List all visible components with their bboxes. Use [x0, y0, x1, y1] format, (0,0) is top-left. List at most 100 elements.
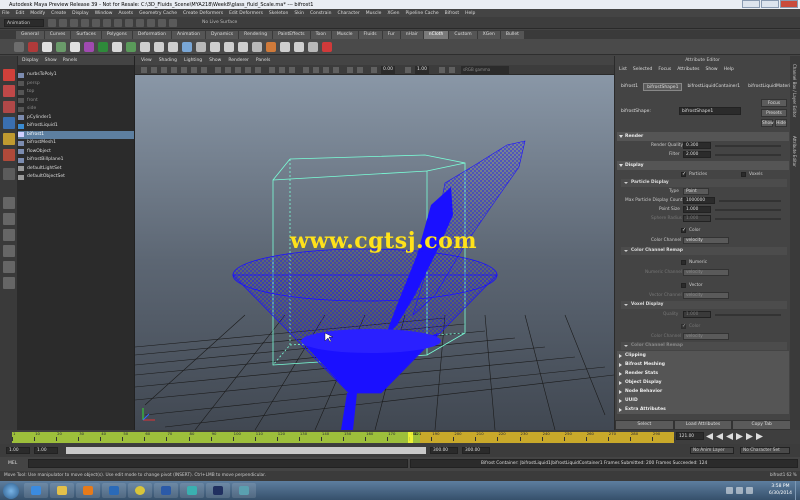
menu-create[interactable]: Create: [51, 11, 66, 16]
shirt-white-icon[interactable]: [70, 42, 80, 52]
image-plane-icon[interactable]: [161, 67, 167, 73]
play-forward-icon[interactable]: [736, 433, 743, 440]
explorer-icon[interactable]: [50, 483, 74, 498]
menu-pipeline-cache[interactable]: Pipeline Cache: [406, 11, 439, 16]
menu-character[interactable]: Character: [338, 11, 360, 16]
outliner-menu-display[interactable]: Display: [22, 58, 39, 63]
outliner-item[interactable]: flowObject: [18, 148, 134, 157]
render-quality-field[interactable]: 0.300: [683, 142, 711, 149]
render-quality-slider[interactable]: [715, 145, 781, 147]
universal-tool-icon[interactable]: [3, 168, 15, 180]
outliner-item[interactable]: defaultLightSet: [18, 165, 134, 174]
ncloth-passive-icon[interactable]: [28, 42, 38, 52]
menu-bifrost[interactable]: Bifrost: [445, 11, 460, 16]
step-back-icon[interactable]: [716, 433, 723, 440]
ae-menu-help[interactable]: Help: [724, 67, 734, 72]
gate-mask-icon[interactable]: [201, 67, 207, 73]
view-transform-dropdown[interactable]: sRGB gamma: [461, 66, 509, 74]
shelf-tab-fur[interactable]: Fur: [382, 31, 400, 39]
section-clipping[interactable]: Clipping: [617, 351, 789, 360]
delete-icon[interactable]: [322, 42, 332, 52]
particles-checkbox[interactable]: [681, 171, 686, 177]
photoshop-icon[interactable]: [206, 483, 230, 498]
tab-bifrostliquidcontainer1[interactable]: bifrostLiquidContainer1: [684, 83, 743, 91]
outliner-item[interactable]: bifrostMesh1: [18, 139, 134, 148]
voxel-quality-slider[interactable]: [715, 314, 781, 316]
current-frame-marker[interactable]: [408, 432, 413, 443]
color-management-icon[interactable]: [439, 67, 445, 73]
shirt-alt6-icon[interactable]: [238, 42, 248, 52]
outliner-menu-show[interactable]: Show: [45, 58, 57, 63]
ae-menu-attributes[interactable]: Attributes: [677, 67, 699, 72]
shelf-tab-surfaces[interactable]: Surfaces: [71, 31, 101, 39]
shelf-tab-ncloth[interactable]: nCloth: [423, 31, 449, 39]
motion-blur-icon[interactable]: [313, 67, 319, 73]
gamma-field[interactable]: 1.00: [415, 66, 430, 74]
ie-icon[interactable]: [24, 483, 48, 498]
media-player-icon[interactable]: [76, 483, 100, 498]
play-backward-icon[interactable]: [726, 433, 733, 440]
viewport-menu-panels[interactable]: Panels: [256, 58, 270, 63]
render-icon[interactable]: [169, 19, 177, 27]
outliner-item[interactable]: pCylinder1: [18, 114, 134, 123]
shadows-icon[interactable]: [255, 67, 261, 73]
layout-outliner-icon[interactable]: [3, 245, 15, 257]
outliner-item[interactable]: front: [18, 97, 134, 106]
select-tool-icon[interactable]: [3, 69, 15, 81]
script-icon[interactable]: [308, 42, 318, 52]
flag-icon[interactable]: [746, 487, 753, 494]
menu-create-deformers[interactable]: Create Deformers: [183, 11, 223, 16]
step-forward-icon[interactable]: [746, 433, 753, 440]
snap-grid-icon[interactable]: [114, 19, 122, 27]
shirt-green-icon[interactable]: [56, 42, 66, 52]
outliner-item[interactable]: bifrostBillplane1: [18, 156, 134, 165]
field-icon[interactable]: [126, 42, 136, 52]
transform-icon[interactable]: [182, 42, 192, 52]
layout-two-icon[interactable]: [3, 229, 15, 241]
vector-checkbox[interactable]: [681, 283, 686, 288]
scale-tool-icon[interactable]: [3, 149, 15, 161]
select-object-icon[interactable]: [92, 19, 100, 27]
gamma-icon[interactable]: [405, 67, 411, 73]
anim-end-field[interactable]: 300.00: [462, 447, 490, 454]
outliner-item[interactable]: bifrostLiquid1: [18, 122, 134, 131]
film-gate-icon[interactable]: [181, 67, 187, 73]
shirt-icon[interactable]: [42, 42, 52, 52]
shelf-tab-rendering[interactable]: Rendering: [239, 31, 273, 39]
outliner-item[interactable]: side: [18, 105, 134, 114]
select-button[interactable]: Select: [615, 420, 674, 430]
isolate-icon[interactable]: [347, 67, 353, 73]
layout-graph-icon[interactable]: [3, 261, 15, 273]
focus-button[interactable]: Focus: [761, 99, 787, 107]
chrome-icon[interactable]: [128, 483, 152, 498]
playback-end-field[interactable]: 300.00: [430, 447, 458, 454]
shirt-alt-icon[interactable]: [140, 42, 150, 52]
snap-curve-icon[interactable]: [125, 19, 133, 27]
menu-display[interactable]: Display: [72, 11, 89, 16]
color-channel-dropdown[interactable]: velocity: [683, 237, 729, 244]
mel-label[interactable]: MEL: [8, 461, 17, 466]
shelf-tab-dynamics[interactable]: Dynamics: [205, 31, 239, 39]
wireframe-icon[interactable]: [215, 67, 221, 73]
shirt-alt3-icon[interactable]: [168, 42, 178, 52]
shelf-tab-general[interactable]: General: [16, 31, 44, 39]
ae-menu-focus[interactable]: Focus: [658, 67, 671, 72]
camera-attr-icon[interactable]: [141, 67, 147, 73]
shelf-tab-animation[interactable]: Animation: [172, 31, 205, 39]
menu-xgen[interactable]: XGen: [387, 11, 399, 16]
max-particle-count-slider[interactable]: [719, 200, 781, 202]
maximize-button[interactable]: [761, 0, 779, 8]
new-scene-icon[interactable]: [48, 19, 56, 27]
menu-edit-deformers[interactable]: Edit Deformers: [229, 11, 263, 16]
minimize-button[interactable]: [742, 0, 760, 8]
outliner-item-selected[interactable]: bifrost1: [18, 130, 134, 139]
shelf-tab-fluids[interactable]: Fluids: [358, 31, 382, 39]
resolution-gate-icon[interactable]: [191, 67, 197, 73]
show-button[interactable]: Show: [761, 119, 774, 127]
section-display[interactable]: Display: [617, 161, 789, 170]
select-hierarchy-icon[interactable]: [81, 19, 89, 27]
shelf-tab-bullet[interactable]: Bullet: [500, 31, 524, 39]
xray-components-icon[interactable]: [289, 67, 295, 73]
outlook-icon[interactable]: [102, 483, 126, 498]
menu-constrain[interactable]: Constrain: [310, 11, 332, 16]
